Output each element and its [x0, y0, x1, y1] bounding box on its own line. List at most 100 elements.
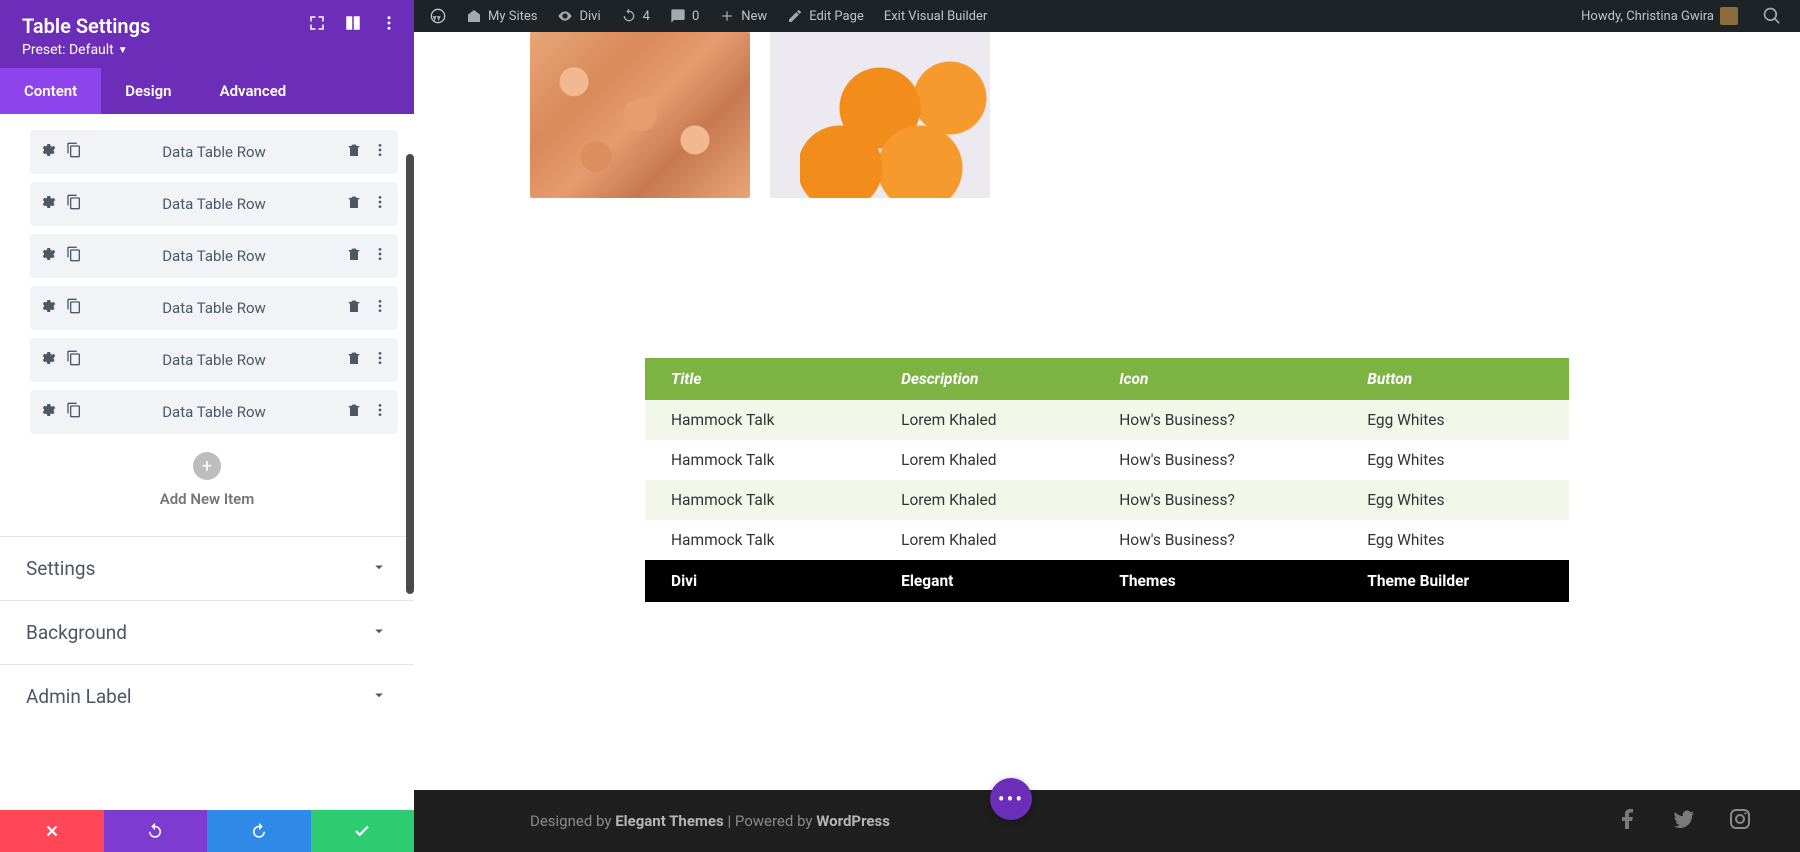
- accordion-background[interactable]: Background: [0, 600, 414, 664]
- table-cell: Hammock Talk: [645, 520, 875, 560]
- builder-fab[interactable]: •••: [990, 778, 1032, 820]
- table-cell: Egg Whites: [1341, 520, 1569, 560]
- settings-panel: Table Settings Preset: Default▼ Content …: [0, 0, 414, 852]
- updates-link[interactable]: 4: [613, 0, 658, 32]
- chevron-down-icon: [370, 558, 388, 580]
- comments-link[interactable]: 0: [662, 0, 707, 32]
- site-link[interactable]: Divi: [549, 0, 608, 32]
- image-peaches[interactable]: [530, 32, 750, 198]
- table-row-item[interactable]: Data Table Row: [30, 130, 398, 174]
- trash-icon[interactable]: [346, 246, 362, 266]
- table-row-item[interactable]: Data Table Row: [30, 390, 398, 434]
- panel-tabs: Content Design Advanced: [0, 68, 414, 114]
- theme-link[interactable]: Elegant Themes: [615, 812, 724, 830]
- exit-builder-label: Exit Visual Builder: [884, 9, 987, 24]
- panel-more-icon[interactable]: [380, 14, 398, 36]
- add-item-button[interactable]: +: [193, 452, 221, 480]
- expand-icon[interactable]: [308, 14, 326, 36]
- platform-link[interactable]: WordPress: [816, 812, 890, 830]
- accordion-label: Background: [26, 621, 127, 644]
- accordion-admin-label[interactable]: Admin Label: [0, 664, 414, 728]
- table-footer-cell: Elegant: [875, 560, 1093, 602]
- more-icon[interactable]: [372, 246, 388, 266]
- trash-icon[interactable]: [346, 402, 362, 422]
- add-item-label: Add New Item: [0, 490, 414, 508]
- updates-count: 4: [643, 9, 650, 24]
- panel-body: Data Table Row Data Table Row: [0, 114, 414, 810]
- my-sites-label: My Sites: [488, 9, 537, 24]
- row-label: Data Table Row: [82, 351, 346, 369]
- table-cell: How's Business?: [1093, 400, 1341, 440]
- table-cell: Egg Whites: [1341, 440, 1569, 480]
- more-icon[interactable]: [372, 194, 388, 214]
- table-row-item[interactable]: Data Table Row: [30, 234, 398, 278]
- copy-icon[interactable]: [66, 246, 82, 266]
- row-label: Data Table Row: [82, 403, 346, 421]
- more-icon[interactable]: [372, 350, 388, 370]
- copy-icon[interactable]: [66, 350, 82, 370]
- instagram-icon[interactable]: [1728, 807, 1752, 835]
- howdy-label: Howdy, Christina Gwira: [1581, 9, 1714, 24]
- column-header: Title: [645, 358, 875, 400]
- gear-icon[interactable]: [40, 194, 56, 214]
- more-icon[interactable]: [372, 298, 388, 318]
- layout-icon[interactable]: [344, 14, 362, 36]
- table-cell: How's Business?: [1093, 520, 1341, 560]
- table-row-item[interactable]: Data Table Row: [30, 286, 398, 330]
- gear-icon[interactable]: [40, 402, 56, 422]
- copy-icon[interactable]: [66, 298, 82, 318]
- my-sites-link[interactable]: My Sites: [458, 0, 545, 32]
- trash-icon[interactable]: [346, 350, 362, 370]
- column-header: Button: [1341, 358, 1569, 400]
- caret-down-icon: ▼: [118, 45, 128, 56]
- gear-icon[interactable]: [40, 298, 56, 318]
- accordion-settings[interactable]: Settings: [0, 536, 414, 600]
- tab-content[interactable]: Content: [0, 68, 101, 114]
- save-button[interactable]: [311, 810, 415, 852]
- trash-icon[interactable]: [346, 298, 362, 318]
- new-link[interactable]: New: [711, 0, 775, 32]
- table-cell: Lorem Khaled: [875, 400, 1093, 440]
- facebook-icon[interactable]: [1616, 807, 1640, 835]
- copy-icon[interactable]: [66, 402, 82, 422]
- table-row: Hammock TalkLorem KhaledHow's Business?E…: [645, 520, 1569, 560]
- panel-header: Table Settings Preset: Default▼: [0, 0, 414, 68]
- table-footer-cell: Theme Builder: [1341, 560, 1569, 602]
- page-canvas: TitleDescriptionIconButton Hammock TalkL…: [414, 32, 1800, 852]
- scrollbar-thumb[interactable]: [406, 154, 414, 594]
- table-cell: Lorem Khaled: [875, 520, 1093, 560]
- image-oranges[interactable]: [770, 32, 990, 198]
- edit-page-link[interactable]: Edit Page: [779, 0, 872, 32]
- undo-button[interactable]: [104, 810, 208, 852]
- data-table: TitleDescriptionIconButton Hammock TalkL…: [645, 358, 1569, 602]
- row-label: Data Table Row: [82, 143, 346, 161]
- twitter-icon[interactable]: [1672, 807, 1696, 835]
- table-row-item[interactable]: Data Table Row: [30, 338, 398, 382]
- gear-icon[interactable]: [40, 142, 56, 162]
- wp-logo[interactable]: [422, 0, 454, 32]
- tab-advanced[interactable]: Advanced: [196, 68, 311, 114]
- copy-icon[interactable]: [66, 194, 82, 214]
- page-footer: Designed by Elegant Themes | Powered by …: [414, 790, 1800, 852]
- preset-dropdown[interactable]: Preset: Default▼: [22, 42, 392, 58]
- gear-icon[interactable]: [40, 246, 56, 266]
- more-icon[interactable]: [372, 402, 388, 422]
- trash-icon[interactable]: [346, 142, 362, 162]
- panel-footer: [0, 810, 414, 852]
- more-icon[interactable]: [372, 142, 388, 162]
- copy-icon[interactable]: [66, 142, 82, 162]
- tab-design[interactable]: Design: [101, 68, 195, 114]
- trash-icon[interactable]: [346, 194, 362, 214]
- avatar: [1720, 7, 1738, 25]
- cancel-button[interactable]: [0, 810, 104, 852]
- exit-builder-link[interactable]: Exit Visual Builder: [876, 0, 995, 32]
- search-icon[interactable]: [1754, 0, 1790, 32]
- footer-credits: Designed by Elegant Themes | Powered by …: [530, 812, 890, 830]
- redo-button[interactable]: [207, 810, 311, 852]
- site-label: Divi: [579, 9, 600, 24]
- howdy-link[interactable]: Howdy, Christina Gwira: [1573, 0, 1746, 32]
- column-header: Description: [875, 358, 1093, 400]
- gear-icon[interactable]: [40, 350, 56, 370]
- row-label: Data Table Row: [82, 247, 346, 265]
- table-row-item[interactable]: Data Table Row: [30, 182, 398, 226]
